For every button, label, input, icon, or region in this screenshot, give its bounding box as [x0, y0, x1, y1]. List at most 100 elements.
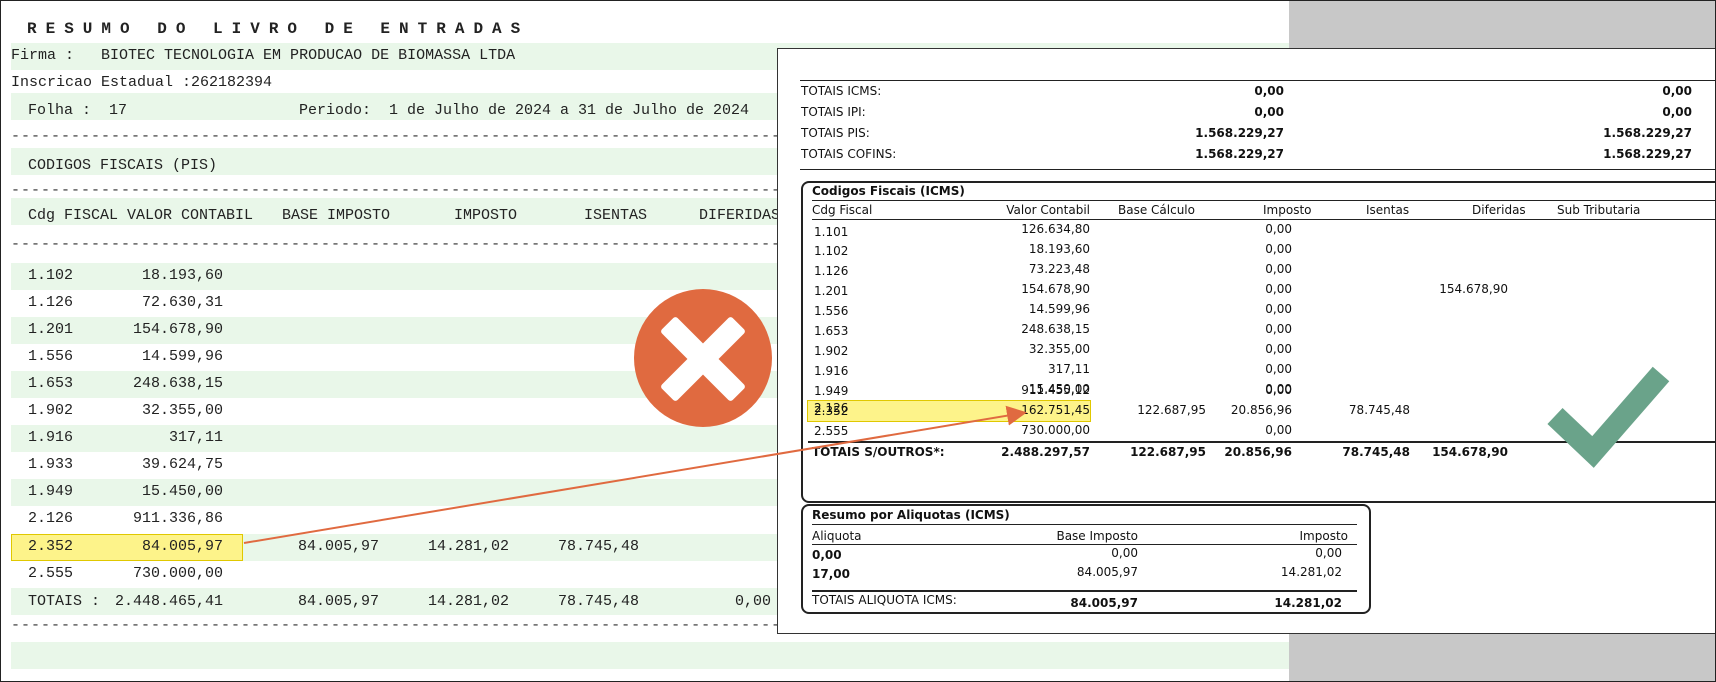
totais-pis-v1: 1.568.229,27	[1195, 126, 1284, 140]
aliquotas-totals-label: TOTAIS ALIQUOTA ICMS:	[812, 593, 957, 607]
periodo-value: 1 de Julho de 2024 a 31 de Julho de 2024	[389, 102, 750, 119]
table-row-imposto: 0,00	[1265, 222, 1292, 236]
table-row-valor: 14.599,96	[1028, 302, 1090, 316]
table-row-valor: 911.336,86	[132, 510, 223, 527]
table-row-isentas: 78.745,48	[1348, 403, 1410, 417]
aliquota-row-imposto: 14.281,02	[1280, 565, 1342, 579]
aliquotas-title: Resumo por Aliquotas (ICMS)	[812, 508, 1010, 522]
new-report: TOTAIS ICMS: 0,00 0,00 TOTAIS IPI: 0,00 …	[777, 48, 1715, 634]
table-row-valor: 248.638,15	[1021, 322, 1090, 336]
col-diferidas: Diferidas	[1472, 203, 1526, 217]
col-isentas: Isentas	[1366, 203, 1410, 217]
totais-ipi-label: TOTAIS IPI:	[801, 105, 866, 119]
table-row-imposto: 0,00	[1265, 302, 1292, 316]
table-row-cfop: 1.101	[814, 225, 849, 239]
table-row-valor: 39.624,75	[141, 456, 223, 473]
old-report-title: RESUMO DO LIVRO DE ENTRADAS	[27, 20, 530, 38]
table-row-cfop: 1.902	[28, 402, 74, 419]
new-totals-isentas: 78.745,48	[1342, 445, 1410, 459]
totais-pis-label: TOTAIS PIS:	[801, 126, 870, 140]
totais-ipi-v1: 0,00	[1254, 105, 1284, 119]
table-row-isentas: 78.745,48	[557, 538, 639, 555]
old-totals-base: 84.005,97	[297, 593, 379, 610]
table-row-valor: 32.355,00	[1028, 342, 1090, 356]
col-valor-contabil: VALOR CONTABIL	[127, 207, 254, 224]
totais-cofins-v1: 1.568.229,27	[1195, 147, 1284, 161]
aliquota-row-value: 17,00	[812, 567, 850, 581]
firma-label: Firma :	[11, 47, 75, 64]
table-row-imposto: 0,00	[1265, 242, 1292, 256]
new-totals-label: TOTAIS S/OUTROS*:	[812, 445, 945, 459]
table-row-valor: 126.634,80	[1021, 222, 1090, 236]
x-icon	[634, 289, 772, 427]
table-row-cfop: 1.916	[814, 364, 849, 378]
aliquotas-totals-base: 84.005,97	[1070, 596, 1138, 610]
table-row-valor: 14.599,96	[141, 348, 223, 365]
table-row-valor: 84.005,97	[141, 538, 223, 555]
table-row-cfop: 1.201	[814, 284, 849, 298]
col-base-imposto: BASE IMPOSTO	[282, 207, 391, 224]
table-row-cfop: 1.902	[814, 344, 849, 358]
col-imposto: IMPOSTO	[454, 207, 518, 224]
table-row-imposto: 0,00	[1265, 262, 1292, 276]
table-row-valor: 154.678,90	[132, 321, 223, 338]
col-sub-tributaria: Sub Tributaria	[1557, 203, 1641, 217]
table-row-cfop: 1.102	[28, 267, 74, 284]
col-imposto: Imposto	[1299, 529, 1349, 543]
old-totals-isentas: 78.745,48	[557, 593, 639, 610]
old-totals-diferidas: 0,00	[734, 593, 771, 610]
table-row-valor: 317,11	[168, 429, 223, 446]
table-row-imposto: 0,00	[1265, 342, 1292, 356]
col-diferidas: DIFERIDAS	[699, 207, 781, 224]
table-row-cfop: 1.556	[28, 348, 74, 365]
table-row-valor: 248.638,15	[132, 375, 223, 392]
table-row-cfop: 1.653	[28, 375, 74, 392]
codigos-title: Codigos Fiscais (ICMS)	[812, 184, 965, 198]
aliquota-row-base: 84.005,97	[1076, 565, 1138, 579]
table-row-valor: 154.678,90	[1021, 282, 1090, 296]
table-row-valor: 15.450,00	[141, 483, 223, 500]
col-base-calculo: Base Cálculo	[1118, 203, 1195, 217]
aliquota-row-value: 0,00	[812, 548, 842, 562]
table-row-cfop: 2.352	[814, 404, 849, 418]
col-aliquota: Aliquota	[812, 529, 862, 543]
table-row-cfop: 1.102	[814, 244, 849, 258]
table-row-valor: 18.193,60	[141, 267, 223, 284]
table-row-valor: 911.455,12	[1021, 383, 1090, 397]
table-row-valor: 730.000,00	[1021, 423, 1090, 437]
aliquota-row-imposto: 0,00	[1315, 546, 1342, 560]
folha-value: 17	[109, 102, 128, 119]
table-row-imposto: 0,00	[1265, 362, 1292, 376]
table-row-valor: 18.193,60	[1028, 242, 1090, 256]
table-row-imposto: 0,00	[1265, 383, 1292, 397]
table-row-cfop: 2.126	[28, 510, 74, 527]
table-row-imposto: 0,00	[1265, 322, 1292, 336]
table-row-valor: 317,11	[1048, 362, 1090, 376]
table-row-valor: 730.000,00	[132, 565, 223, 582]
table-row-valor: 73.223,48	[1028, 262, 1090, 276]
table-row-cfop: 1.949	[28, 483, 74, 500]
periodo-label: Periodo:	[299, 102, 372, 119]
totais-cofins-label: TOTAIS COFINS:	[801, 147, 897, 161]
table-row-imposto: 0,00	[1265, 423, 1292, 437]
totais-icms-v1: 0,00	[1254, 84, 1284, 98]
check-icon	[1547, 366, 1670, 468]
table-row-imposto: 14.281,02	[427, 538, 509, 555]
table-row-cfop: 1.556	[814, 304, 849, 318]
new-totals-imposto: 20.856,96	[1224, 445, 1292, 459]
col-base-imposto: Base Imposto	[1056, 529, 1138, 543]
aliquotas-totals-imposto: 14.281,02	[1274, 596, 1342, 610]
table-row-cfop: 1.126	[814, 264, 849, 278]
totais-icms-v2: 0,00	[1662, 84, 1692, 98]
folha-label: Folha :	[28, 102, 92, 119]
table-row-cfop: 1.201	[28, 321, 74, 338]
col-isentas: ISENTAS	[584, 207, 648, 224]
old-totals-imposto: 14.281,02	[427, 593, 509, 610]
aliquota-row-base: 0,00	[1111, 546, 1138, 560]
old-totals-label: TOTAIS :	[28, 593, 101, 610]
table-row-valor: 72.630,31	[141, 294, 223, 311]
new-totals-diferidas: 154.678,90	[1432, 445, 1508, 459]
old-totals-valor: 2.448.465,41	[114, 593, 223, 610]
new-totals-valor: 2.488.297,57	[1001, 445, 1090, 459]
table-row-imposto: 0,00	[1265, 282, 1292, 296]
